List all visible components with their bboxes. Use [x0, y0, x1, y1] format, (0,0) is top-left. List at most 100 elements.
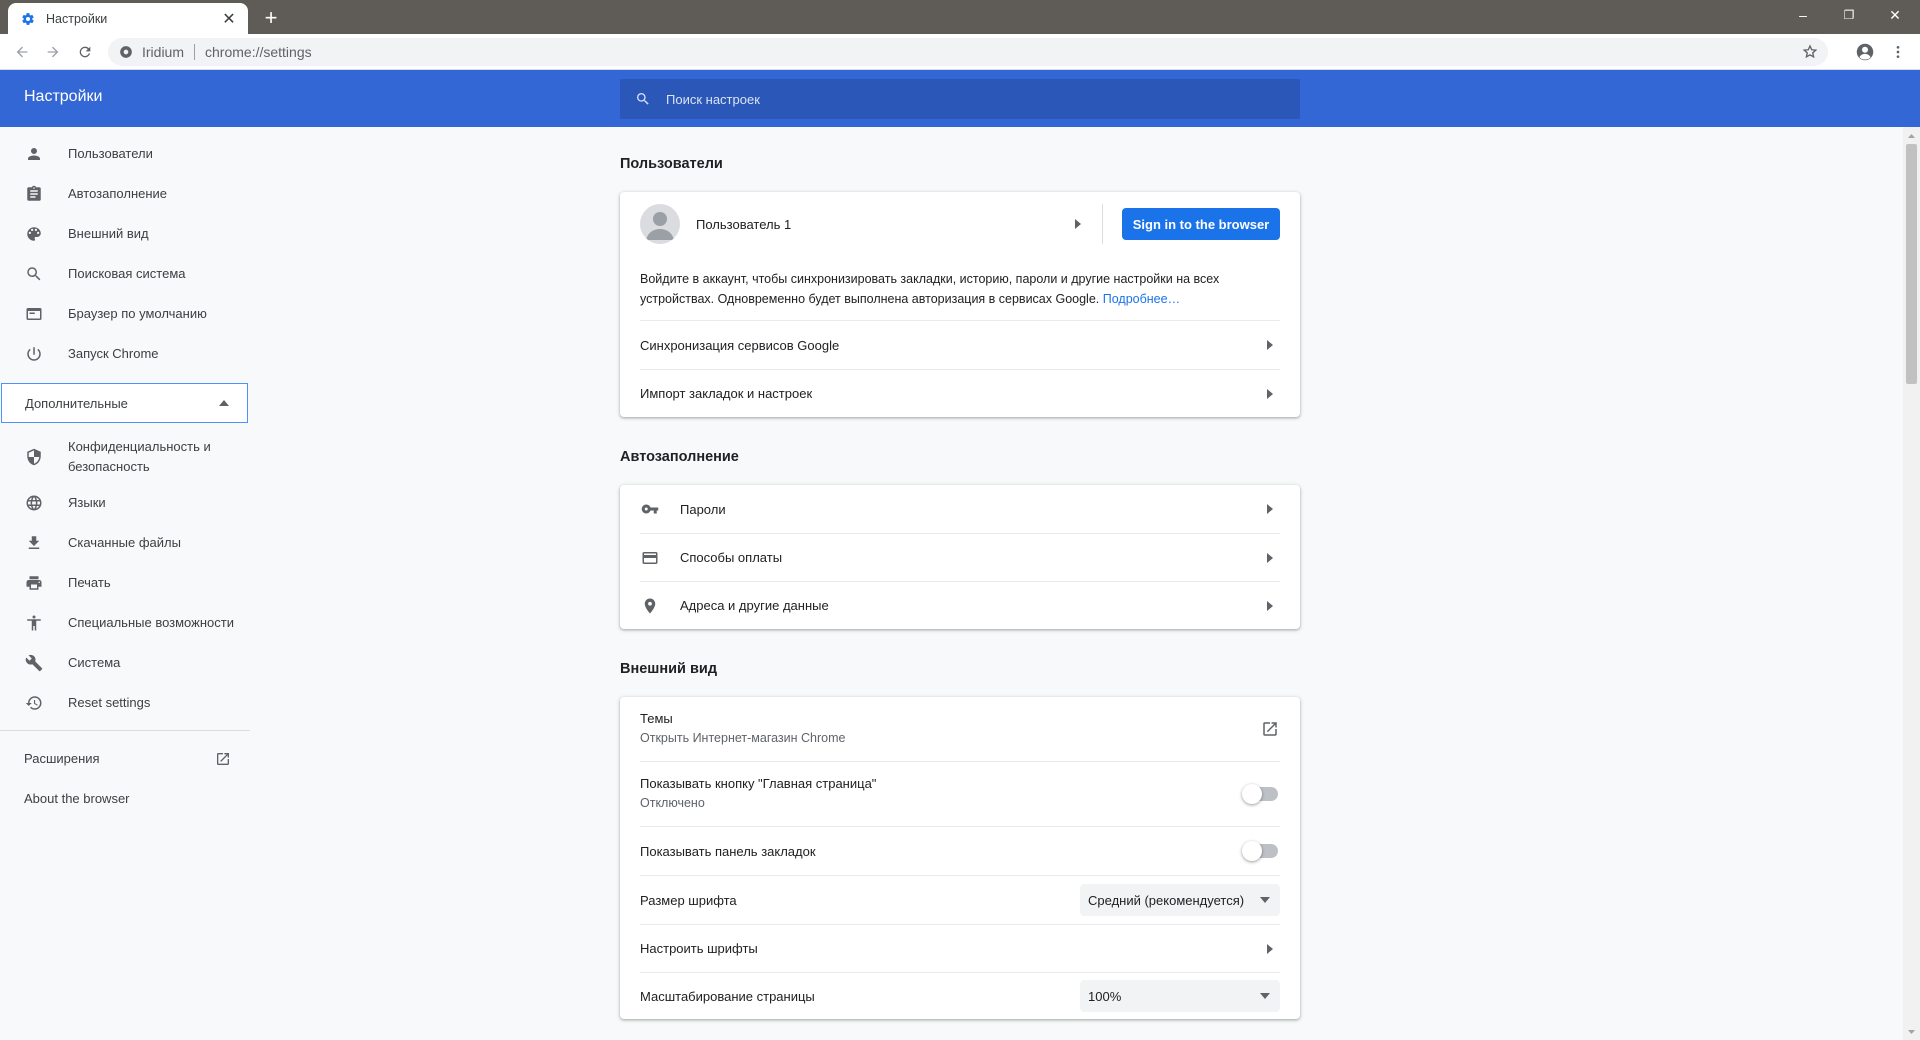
appearance-card: Темы Открыть Интернет-магазин Chrome Пок…	[620, 697, 1300, 1019]
clipboard-icon	[24, 184, 44, 204]
search-icon	[24, 264, 44, 284]
settings-header: Настройки	[0, 70, 1920, 127]
import-bookmarks-label: Импорт закладок и настроек	[640, 386, 813, 401]
toggle-knob	[1242, 784, 1262, 804]
close-tab-icon[interactable]: ✕	[220, 10, 238, 28]
power-icon	[24, 344, 44, 364]
open-external-icon[interactable]	[1260, 719, 1280, 739]
sidebar-item-extensions[interactable]: Расширения	[24, 751, 100, 766]
sidebar-item-about[interactable]: About the browser	[24, 791, 130, 806]
sidebar-item-appearance[interactable]: Внешний вид	[0, 214, 250, 254]
section-title-autofill: Автозаполнение	[620, 449, 739, 465]
reload-icon[interactable]	[73, 40, 97, 64]
page-zoom-label: Масштабирование страницы	[640, 988, 815, 1004]
advanced-toggle[interactable]: Дополнительные	[1, 383, 248, 423]
profile-name: Пользователь 1	[696, 216, 792, 232]
home-button-toggle[interactable]	[1242, 784, 1278, 804]
passwords-row[interactable]: Пароли	[620, 485, 1300, 533]
sidebar-item-default-browser[interactable]: Браузер по умолчанию	[0, 294, 250, 334]
accessibility-icon	[24, 613, 44, 633]
payment-methods-label: Способы оплаты	[680, 550, 783, 565]
site-name: Iridium	[142, 44, 185, 60]
payment-methods-row[interactable]: Способы оплаты	[620, 534, 1300, 581]
bookmarks-bar-toggle[interactable]	[1242, 841, 1278, 861]
sidebar-item-privacy[interactable]: Конфиденциальность и безопасность	[0, 427, 250, 487]
page-title: Настройки	[24, 88, 103, 105]
arrow-right-icon	[1266, 600, 1274, 611]
sidebar-item-label: Запуск Chrome	[68, 346, 159, 361]
omnibox-separator	[194, 44, 196, 60]
home-button-row[interactable]: Показывать кнопку "Главная страница" Отк…	[620, 762, 1300, 826]
sidebar-item-label: Языки	[68, 495, 106, 510]
page-zoom-select[interactable]: 100%	[1080, 980, 1280, 1012]
url-text[interactable]: chrome://settings	[205, 44, 312, 60]
history-icon	[24, 693, 44, 713]
browser-tab-settings[interactable]: Настройки ✕	[8, 3, 248, 34]
bookmarks-bar-row[interactable]: Показывать панель закладок	[620, 827, 1300, 875]
credit-card-icon	[640, 548, 660, 568]
sidebar-item-startup[interactable]: Запуск Chrome	[0, 334, 250, 374]
import-bookmarks-row[interactable]: Импорт закладок и настроек	[620, 370, 1300, 417]
page-zoom-row: Масштабирование страницы 100%	[620, 973, 1300, 1019]
sign-in-button[interactable]: Sign in to the browser	[1122, 208, 1280, 240]
scroll-up-arrow-icon[interactable]	[1903, 127, 1920, 144]
sidebar-item-label: Конфиденциальность и безопасность	[68, 439, 211, 474]
printer-icon	[24, 573, 44, 593]
browser-toolbar: Iridium chrome://settings	[0, 34, 1920, 70]
arrow-right-icon	[1266, 552, 1274, 563]
home-button-status: Отключено	[640, 796, 705, 810]
sidebar-item-label: Печать	[68, 575, 111, 590]
sync-services-row[interactable]: Синхронизация сервисов Google	[620, 321, 1300, 369]
sidebar-item-users[interactable]: Пользователи	[0, 134, 250, 174]
sidebar-item-autofill[interactable]: Автозаполнение	[0, 174, 250, 214]
search-icon	[634, 90, 652, 108]
sidebar-item-system[interactable]: Система	[0, 643, 250, 683]
passwords-label: Пароли	[680, 501, 726, 517]
search-input[interactable]	[666, 91, 1266, 107]
sidebar-item-label: Система	[68, 655, 121, 670]
scroll-down-arrow-icon[interactable]	[1903, 1023, 1920, 1040]
person-icon	[24, 144, 44, 164]
open-external-icon[interactable]	[214, 750, 232, 768]
dropdown-arrow-icon	[1260, 993, 1270, 999]
home-button-label: Показывать кнопку "Главная страница"	[640, 776, 877, 791]
restore-icon[interactable]: ❐	[1826, 0, 1872, 30]
autofill-card: Пароли Способы оплаты Адреса и другие да…	[620, 485, 1300, 629]
arrow-right-icon	[1266, 504, 1274, 514]
minimize-icon[interactable]: –	[1780, 0, 1826, 30]
site-info-icon[interactable]	[118, 44, 134, 60]
back-arrow-icon[interactable]	[10, 40, 34, 64]
arrow-right-icon	[1266, 943, 1274, 954]
section-title-appearance: Внешний вид	[620, 661, 718, 677]
settings-search-box[interactable]	[620, 79, 1300, 119]
forward-arrow-icon[interactable]	[41, 40, 65, 64]
section-title-users: Пользователи	[620, 156, 723, 172]
profile-row[interactable]: Пользователь 1 Sign in to the browser	[620, 192, 1300, 256]
themes-row[interactable]: Темы Открыть Интернет-магазин Chrome	[620, 697, 1300, 761]
learn-more-link[interactable]: Подробнее…	[1103, 292, 1180, 306]
window-close-icon[interactable]: ✕	[1872, 0, 1918, 30]
addresses-row[interactable]: Адреса и другие данные	[620, 582, 1300, 629]
sidebar-item-label: Специальные возможности	[68, 615, 234, 630]
profile-avatar-icon[interactable]	[1853, 40, 1877, 64]
arrow-right-icon	[1266, 388, 1274, 399]
dropdown-arrow-icon	[1260, 897, 1270, 903]
sidebar-item-accessibility[interactable]: Специальные возможности	[0, 603, 250, 643]
sidebar-item-languages[interactable]: Языки	[0, 483, 250, 523]
sidebar-item-reset[interactable]: Reset settings	[0, 683, 250, 723]
sidebar-item-downloads[interactable]: Скачанные файлы	[0, 523, 250, 563]
sidebar-item-search-engine[interactable]: Поисковая система	[0, 254, 250, 294]
page-zoom-value: 100%	[1088, 988, 1122, 1004]
new-tab-button[interactable]: +	[258, 5, 284, 31]
scrollbar[interactable]	[1903, 127, 1920, 1040]
address-bar[interactable]: Iridium chrome://settings	[108, 38, 1828, 66]
font-size-select[interactable]: Средний (рекомендуется)	[1080, 884, 1280, 916]
users-card: Пользователь 1 Sign in to the browser Во…	[620, 192, 1300, 417]
bookmark-star-icon[interactable]	[1800, 42, 1820, 62]
sidebar-item-printing[interactable]: Печать	[0, 563, 250, 603]
advanced-label: Дополнительные	[25, 395, 128, 411]
menu-kebab-icon[interactable]	[1886, 40, 1910, 64]
customize-fonts-row[interactable]: Настроить шрифты	[620, 925, 1300, 972]
scrollbar-thumb[interactable]	[1906, 144, 1917, 384]
browser-window-icon	[24, 304, 44, 324]
